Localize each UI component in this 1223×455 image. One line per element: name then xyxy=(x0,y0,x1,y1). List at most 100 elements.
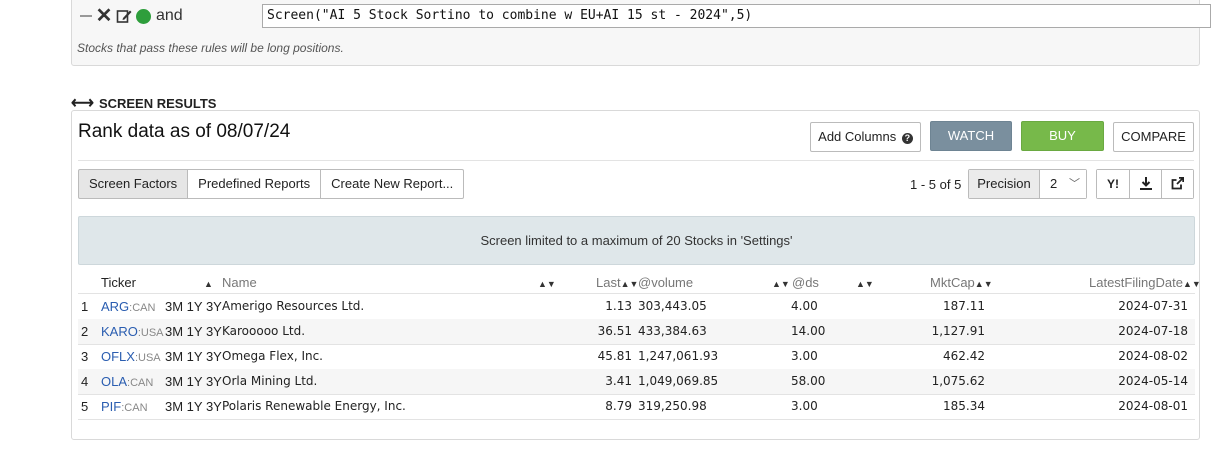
ticker-link[interactable]: OFLX:USA xyxy=(101,344,161,371)
screen-results-title: SCREEN RESULTS xyxy=(98,95,217,111)
edit-rule-icon[interactable] xyxy=(116,8,132,24)
ds-value: 3.00 xyxy=(791,349,818,363)
precision-label: Precision xyxy=(969,170,1040,198)
results-panel: Rank data as of 08/07/24 Add Columns ? W… xyxy=(71,110,1201,440)
company-name: Polaris Renewable Energy, Inc. xyxy=(222,399,406,413)
screen-limit-notice: Screen limited to a maximum of 20 Stocks… xyxy=(78,216,1195,265)
row-index: 3 xyxy=(81,349,89,364)
row-index: 2 xyxy=(81,324,89,339)
last-price: 36.51 xyxy=(597,324,632,338)
row-divider xyxy=(78,419,1195,420)
precision-select[interactable]: 2 ﹀ xyxy=(1040,170,1086,198)
download-icon xyxy=(1139,177,1152,190)
period-links[interactable]: 3M 1Y 3Y xyxy=(165,344,222,369)
ds-value: 14.00 xyxy=(791,324,826,338)
add-columns-button[interactable]: Add Columns ? xyxy=(810,122,921,152)
last-price: 8.79 xyxy=(605,399,632,413)
help-icon: ? xyxy=(901,133,913,144)
compare-button[interactable]: COMPARE xyxy=(1113,122,1194,152)
sort-name-icon[interactable]: ▲▼ xyxy=(538,275,556,290)
ticker-exchange: :USA xyxy=(134,352,161,364)
ticker-link[interactable]: PIF:CAN xyxy=(101,394,148,421)
last-price: 45.81 xyxy=(597,349,632,363)
ds-value: 4.00 xyxy=(791,299,818,313)
tab-predefined-reports[interactable]: Predefined Reports xyxy=(187,169,322,199)
filing-date: 2024-07-18 xyxy=(1118,324,1188,338)
col-header-filing-label: LatestFilingDate xyxy=(1089,275,1183,290)
tab-screen-factors[interactable]: Screen Factors xyxy=(78,169,189,199)
col-header-last-label: Last xyxy=(596,275,621,290)
ticker-exchange: :USA xyxy=(137,327,164,339)
row-index: 5 xyxy=(81,399,89,414)
ticker-exchange: :CAN xyxy=(129,302,156,314)
watch-button[interactable]: WATCH xyxy=(930,121,1012,151)
rule-box: ✕ and Screen("AI 5 Stock Sortino to comb… xyxy=(71,0,1211,66)
col-header-mktcap-label: MktCap xyxy=(930,275,975,290)
rule-active-indicator-icon[interactable] xyxy=(136,8,151,24)
ticker-symbol: KARO xyxy=(101,324,138,339)
period-links[interactable]: 3M 1Y 3Y xyxy=(165,294,222,319)
ticker-symbol: OFLX xyxy=(101,349,135,364)
ds-value: 58.00 xyxy=(791,374,826,388)
export-tools: Y! xyxy=(1096,169,1194,199)
ticker-exchange: :CAN xyxy=(121,402,148,414)
rule-row: ✕ and xyxy=(80,5,190,27)
open-external-button[interactable] xyxy=(1161,170,1193,198)
ticker-link[interactable]: KARO:USA xyxy=(101,319,164,346)
volume-value: 319,250.98 xyxy=(638,399,707,413)
buy-button[interactable]: BUY xyxy=(1021,121,1104,151)
sort-volume-icon[interactable]: ▲▼ xyxy=(772,275,790,290)
table-row: 4 OLA:CAN 3M 1Y 3Y Orla Mining Ltd. 3.41… xyxy=(78,369,1195,394)
filing-date: 2024-07-31 xyxy=(1118,299,1188,313)
rank-date-title: Rank data as of 08/07/24 xyxy=(78,121,291,142)
chevron-down-icon: ﹀ xyxy=(1069,178,1080,190)
rule-formula-input[interactable]: Screen("AI 5 Stock Sortino to combine w … xyxy=(262,4,1211,28)
add-columns-label: Add Columns xyxy=(818,129,897,144)
precision-control: Precision 2 ﹀ xyxy=(968,169,1087,199)
last-price: 1.13 xyxy=(605,299,632,313)
ticker-exchange: :CAN xyxy=(127,377,154,389)
col-header-name-label: Name xyxy=(222,275,257,290)
report-tabs: Screen Factors Predefined Reports Create… xyxy=(78,169,465,199)
download-button[interactable] xyxy=(1129,170,1161,198)
col-header-volume[interactable]: @volume xyxy=(638,275,693,290)
col-header-mktcap[interactable]: MktCap▲▼ xyxy=(930,275,993,290)
yahoo-export-button[interactable]: Y! xyxy=(1097,170,1129,198)
period-links[interactable]: 3M 1Y 3Y xyxy=(165,319,222,344)
table-row: 3 OFLX:USA 3M 1Y 3Y Omega Flex, Inc. 45.… xyxy=(78,344,1195,369)
ticker-symbol: ARG xyxy=(101,299,130,314)
last-price: 3.41 xyxy=(605,374,632,388)
ticker-link[interactable]: ARG:CAN xyxy=(101,294,155,321)
col-header-ticker-label: Ticker xyxy=(101,275,136,290)
col-header-ds[interactable]: @ds xyxy=(792,275,819,290)
filing-date: 2024-08-02 xyxy=(1118,349,1188,363)
delete-rule-icon[interactable]: ✕ xyxy=(96,6,113,26)
table-row: 2 KARO:USA 3M 1Y 3Y Karooooo Ltd. 36.51 … xyxy=(78,319,1195,344)
period-links[interactable]: 3M 1Y 3Y xyxy=(165,369,222,394)
ticker-link[interactable]: OLA:CAN xyxy=(101,369,153,396)
mktcap-value: 187.11 xyxy=(943,299,985,313)
ticker-symbol: PIF xyxy=(101,399,122,414)
company-name: Amerigo Resources Ltd. xyxy=(222,299,365,313)
filing-date: 2024-05-14 xyxy=(1118,374,1188,388)
tab-create-new-report[interactable]: Create New Report... xyxy=(320,169,465,199)
company-name: Omega Flex, Inc. xyxy=(222,349,323,363)
company-name: Karooooo Ltd. xyxy=(222,324,306,338)
col-header-ticker[interactable]: Ticker xyxy=(101,275,136,290)
sort-ds-icon[interactable]: ▲▼ xyxy=(856,275,874,290)
row-index: 1 xyxy=(81,299,89,314)
divider xyxy=(78,160,1194,161)
rule-connector: and xyxy=(156,7,183,24)
sort-asc-icon[interactable]: ▲ xyxy=(204,275,213,290)
col-header-last[interactable]: Last▲▼ xyxy=(596,275,638,290)
col-header-name[interactable]: Name xyxy=(222,275,257,290)
drag-handle-icon[interactable] xyxy=(80,8,92,24)
table-row: 5 PIF:CAN 3M 1Y 3Y Polaris Renewable Ene… xyxy=(78,394,1195,419)
mktcap-value: 462.42 xyxy=(943,349,985,363)
period-links[interactable]: 3M 1Y 3Y xyxy=(165,394,222,419)
table-row: 1 ARG:CAN 3M 1Y 3Y Amerigo Resources Ltd… xyxy=(78,294,1195,319)
pagination-range: 1 - 5 of 5 xyxy=(910,177,962,192)
volume-value: 1,049,069.85 xyxy=(638,374,719,388)
col-header-filing-date[interactable]: LatestFilingDate▲▼ xyxy=(1089,275,1201,290)
company-name: Orla Mining Ltd. xyxy=(222,374,318,388)
